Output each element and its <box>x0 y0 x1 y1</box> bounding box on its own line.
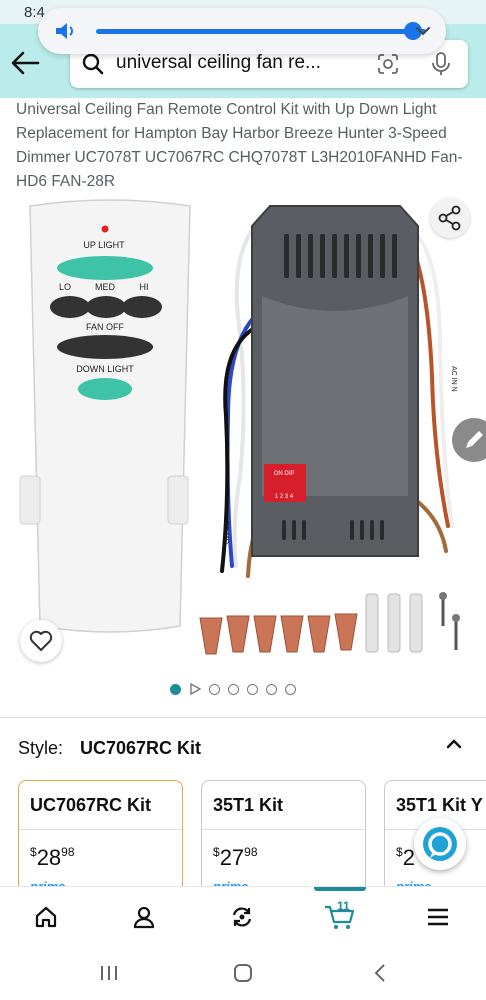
variant-price: $2898 <box>30 845 75 870</box>
menu-icon <box>428 908 448 926</box>
remote-control-image: UP LIGHT LO MED HI FAN OFF DOWN LIGHT <box>19 199 191 633</box>
bottom-nav: 11 <box>0 886 486 946</box>
remote-hi-label: HI <box>140 282 149 292</box>
volume-slider[interactable] <box>96 22 426 40</box>
heart-icon <box>29 630 53 651</box>
variant-name: 35T1 Kit <box>213 795 284 815</box>
style-label: Style: <box>18 738 64 758</box>
pagination-dot[interactable] <box>228 683 239 695</box>
pagination-dot[interactable] <box>170 683 181 695</box>
video-play-icon[interactable] <box>189 683 201 695</box>
alexa-button[interactable] <box>414 818 466 870</box>
user-icon <box>133 906 155 929</box>
dip-switch-numbers: 1 2 3 4 <box>275 494 294 500</box>
variant-name: 35T1 Kit Y <box>396 795 483 815</box>
variant-price: $2 <box>396 845 415 870</box>
product-image[interactable]: UP LIGHT LO MED HI FAN OFF DOWN LIGHT ON… <box>0 196 486 666</box>
pagination-dot[interactable] <box>209 683 220 695</box>
volume-overlay <box>38 8 446 54</box>
share-button[interactable] <box>430 198 470 238</box>
remote-lo-label: LO <box>59 282 71 292</box>
recent-apps-icon[interactable] <box>98 962 120 984</box>
wire-label-to-motor: TO MO <box>222 521 229 544</box>
wire-nuts-image <box>199 613 358 655</box>
product-photo: UP LIGHT LO MED HI FAN OFF DOWN LIGHT ON… <box>19 199 460 655</box>
search-icon <box>82 53 104 75</box>
nav-home[interactable] <box>6 887 86 947</box>
pagination-dot[interactable] <box>247 683 258 695</box>
home-icon <box>35 906 57 928</box>
pagination-dot[interactable] <box>266 683 277 695</box>
variant-price: $2798 <box>213 845 258 870</box>
microphone-icon[interactable] <box>430 51 452 77</box>
search-query: universal ceiling fan re... <box>116 52 321 73</box>
share-icon <box>438 205 461 231</box>
variant-divider <box>19 829 182 830</box>
wire-label-ac-in: AC IN N <box>450 366 457 392</box>
nav-account[interactable] <box>104 887 184 947</box>
back-button-icon[interactable] <box>370 962 392 984</box>
chevron-down-icon[interactable] <box>414 22 432 40</box>
anchors-screws-image <box>365 592 460 653</box>
image-pagination[interactable] <box>170 682 296 696</box>
wishlist-button[interactable] <box>20 620 62 662</box>
nav-cart[interactable] <box>300 887 380 947</box>
variant-divider <box>202 829 365 830</box>
remote-fan-off-label: FAN OFF <box>86 322 125 332</box>
pagination-dot[interactable] <box>285 683 296 695</box>
system-nav-bar <box>0 946 486 1000</box>
cart-count-badge: 11 <box>337 899 350 913</box>
pencil-icon <box>466 431 483 448</box>
remote-up-light-label: UP LIGHT <box>83 240 125 250</box>
remote-med-label: MED <box>95 282 116 292</box>
variant-name: UC7067RC Kit <box>30 795 152 815</box>
refresh-icon <box>232 907 252 927</box>
nav-inspire[interactable] <box>202 887 282 947</box>
camera-lens-icon[interactable] <box>376 52 400 76</box>
alexa-icon <box>423 827 457 861</box>
remote-down-light-label: DOWN LIGHT <box>76 364 134 374</box>
nav-menu[interactable] <box>398 887 478 947</box>
home-button-icon[interactable] <box>232 962 254 984</box>
dip-switch-label: ON DIP <box>274 471 295 477</box>
product-title[interactable]: Universal Ceiling Fan Remote Control Kit… <box>16 98 476 194</box>
style-value: UC7067RC Kit <box>80 738 202 758</box>
speaker-icon[interactable] <box>54 20 78 42</box>
section-divider <box>0 717 486 718</box>
chevron-up-icon[interactable] <box>444 734 464 754</box>
back-arrow-icon[interactable] <box>10 50 40 76</box>
edit-button[interactable] <box>452 418 486 462</box>
